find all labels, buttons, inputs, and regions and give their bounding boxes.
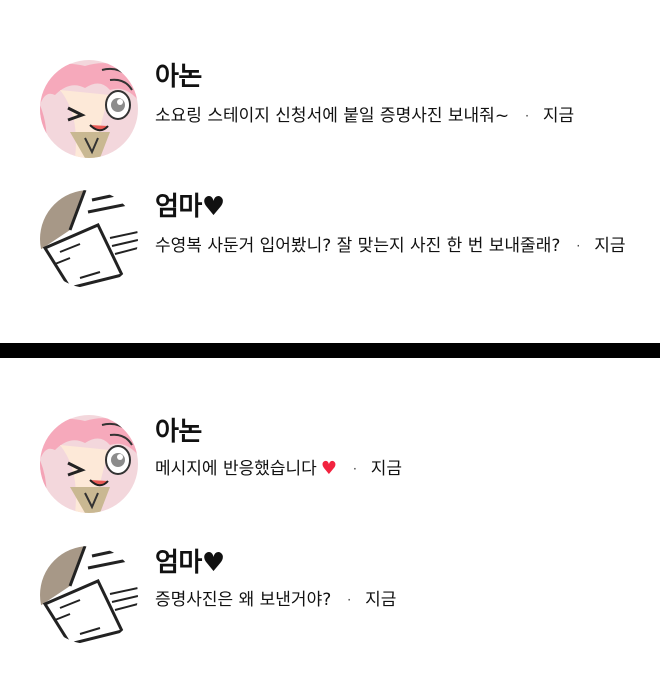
message-text: 수영복 사둔거 입어봤니? 잘 맞는지 사진 한 번 보내줄래? (155, 236, 561, 256)
notification-anon-2[interactable]: 아논 메시지에 반응했습니다 ♥ · 지금 (40, 415, 640, 515)
timestamp: 지금 (370, 459, 403, 479)
timestamp: 지금 (594, 236, 626, 256)
message-line: 증명사진은 왜 보낸거야? · 지금 (155, 589, 396, 611)
sender-name: 엄마♥ (155, 548, 225, 578)
paper-document-avatar (40, 190, 138, 288)
message-line: 수영복 사둔거 입어봤니? 잘 맞는지 사진 한 번 보내줄래? · 지금 (155, 235, 625, 257)
notification-mom-2[interactable]: 엄마♥ 증명사진은 왜 보낸거야? · 지금 (40, 546, 640, 646)
message-text: 증명사진은 왜 보낸거야? (155, 590, 332, 610)
message-text: 메시지에 반응했습니다 (155, 459, 317, 479)
separator-dot: · (525, 109, 529, 123)
anime-girl-avatar (40, 415, 138, 513)
sender-name: 아논 (155, 417, 202, 447)
sender-name: 아논 (155, 62, 202, 92)
separator-dot: · (576, 239, 581, 253)
heart-reaction-icon: ♥ (320, 458, 337, 479)
message-line: 메시지에 반응했습니다 ♥ · 지금 (155, 458, 402, 480)
notification-panel-bottom: 아논 메시지에 반응했습니다 ♥ · 지금 엄마♥ 증명사진은 왜 보낸거야? … (0, 358, 660, 700)
separator-dot: · (352, 462, 357, 476)
anime-girl-avatar (40, 60, 138, 158)
notification-anon-1[interactable]: 아논 소요링 스테이지 신청서에 붙일 증명사진 보내줘~ · 지금 (40, 60, 640, 160)
separator-dot: · (347, 593, 352, 607)
notification-panel-top: 아논 소요링 스테이지 신청서에 붙일 증명사진 보내줘~ · 지금 엄마♥ 수… (0, 0, 660, 343)
notification-mom-1[interactable]: 엄마♥ 수영복 사둔거 입어봤니? 잘 맞는지 사진 한 번 보내줄래? · 지금 (40, 190, 640, 290)
message-line: 소요링 스테이지 신청서에 붙일 증명사진 보내줘~ · 지금 (155, 105, 574, 127)
sender-name: 엄마♥ (155, 192, 225, 222)
message-text: 소요링 스테이지 신청서에 붙일 증명사진 보내줘~ (155, 106, 510, 126)
paper-document-avatar (40, 546, 138, 644)
panel-divider (0, 343, 660, 358)
timestamp: 지금 (542, 106, 575, 126)
timestamp: 지금 (365, 590, 397, 610)
